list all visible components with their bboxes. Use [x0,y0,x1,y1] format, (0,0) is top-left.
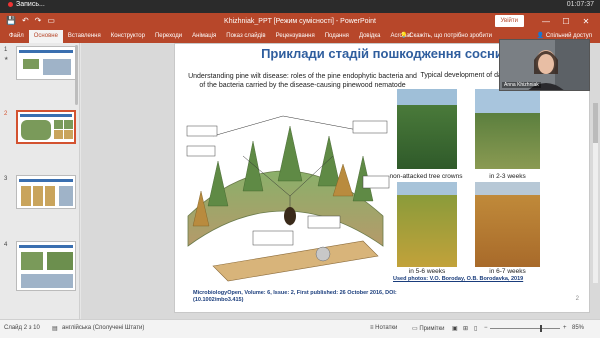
powerpoint-window: Запись... 01:07:37 💾 ↶ ↷ ▭ Khizhniak_PPT… [0,0,600,338]
thumbnail-image [21,120,51,140]
photo-5-6-weeks [397,182,457,267]
slide-thumbnail-pane: 1 ★ 2 3 4 [0,43,80,319]
thumbnail-number: 2 [4,111,8,117]
thumbnail-image [64,120,73,129]
slide-thumbnail-3[interactable] [16,175,76,209]
photo-6-7-weeks [475,182,540,267]
slide-sorter-icon[interactable]: ⊞ [463,325,468,332]
slide-thumbnail-1[interactable] [16,46,76,80]
tab-animations[interactable]: Анімація [187,30,221,43]
comments-button[interactable]: ▭ Примітки [412,325,445,332]
tab-home[interactable]: Основне [28,30,63,43]
photo-label: in 2-3 weeks [489,173,526,180]
vertical-scrollbar[interactable] [593,103,598,283]
thumbnail-image [64,130,73,139]
photo-label: in 5-6 weeks [408,268,446,275]
lightbulb-icon: 💡 [400,33,410,39]
slide-page-number: 2 [575,296,579,302]
thumbnail-image [21,252,43,270]
thumbnail-title-bar [19,179,73,182]
thumbnail-image [45,186,55,206]
zoom-in-icon[interactable]: + [563,325,567,331]
recording-indicator: Запись... [8,1,45,8]
recording-label: Запись... [16,1,45,8]
tab-slideshow[interactable]: Показ слайдів [221,30,270,43]
thumbnail-number: 3 [4,176,8,182]
thumbnail-image [54,120,63,129]
notes-button[interactable]: ≡ Нотатки [370,325,397,331]
zoom-out-icon[interactable]: − [484,325,488,331]
tab-file[interactable]: Файл [4,30,29,43]
slide-thumbnail-4[interactable] [16,241,76,291]
thumbnail-image [21,186,31,206]
pine-wilt-diagram [186,115,390,282]
zoom-slider[interactable] [490,328,560,329]
tab-transitions[interactable]: Переходи [150,30,187,43]
thumbnail-number: 4 [4,242,8,248]
thumbnail-image [54,130,63,139]
scrollbar-thumb[interactable] [593,103,598,143]
tab-review[interactable]: Рецензування [271,30,320,43]
notes-label: Нотатки [375,325,398,331]
photo-healthy-crown [397,89,457,169]
zoom-level[interactable]: 85% [572,325,584,331]
spellcheck-icon[interactable]: ▤ [52,325,58,332]
thumbnail-image [21,274,73,288]
comments-label: Примітки [419,326,445,332]
status-bar: Слайд 2 з 10 ▤ англійська (Сполучені Шта… [0,319,600,338]
tell-me-label: Скажіть, що потрібно зробити [409,33,492,39]
photo-label: non-attacked tree crowns [389,173,463,180]
tab-insert[interactable]: Вставлення [63,30,106,43]
tab-design[interactable]: Конструктор [106,30,150,43]
thumbnail-image [59,186,73,206]
thumbnail-image [33,186,43,206]
tab-view[interactable]: Подання [320,30,354,43]
tab-help[interactable]: Довідка [354,30,386,43]
language-indicator[interactable]: англійська (Сполучені Штати) [62,325,144,331]
journal-reference[interactable]: MicrobiologyOpen, Volume: 6, Issue: 2, F… [193,290,403,304]
participant-name: Anna Khizhniak [502,82,541,88]
diagram-caption: Understanding pine wilt disease: roles o… [188,73,417,89]
title-bar: Запись... 01:07:37 💾 ↶ ↷ ▭ Khizhniak_PPT… [0,0,600,30]
tell-me-search[interactable]: 💡 Скажіть, що потрібно зробити [400,30,492,43]
recording-bar: Запись... 01:07:37 [0,0,600,13]
thumbnail-image [23,59,39,69]
close-button[interactable]: ✕ [576,13,596,30]
minimize-button[interactable]: — [536,13,556,30]
photo-2-3-weeks [475,89,540,169]
record-icon [8,1,13,7]
star-icon: ★ [4,56,9,62]
slide-counter: Слайд 2 з 10 [4,325,40,331]
thumbnail-title-bar [19,245,73,248]
normal-view-icon[interactable]: ▣ [452,325,458,332]
photo-label: in 6-7 weeks [489,268,526,275]
zoom-slider-knob[interactable] [540,325,542,332]
thumbnail-image [47,252,73,270]
recording-time: 01:07:37 [566,1,594,8]
thumbnail-title-bar [19,50,73,53]
reading-view-icon[interactable]: ▯ [474,325,477,332]
window-controls: — ☐ ✕ [536,13,596,30]
maximize-button[interactable]: ☐ [556,13,576,30]
sign-in-button[interactable]: Увійти [494,15,524,27]
webcam-video: Anna Khizhniak [499,39,590,91]
photo-credit: Used photos: V.O. Boroday, O.B. Borodavk… [393,276,524,282]
thumbnail-title-bar [20,114,72,117]
thumbnail-image [43,59,71,75]
thumbnail-number: 1 [4,47,8,53]
slide-thumbnail-2[interactable] [16,110,76,144]
